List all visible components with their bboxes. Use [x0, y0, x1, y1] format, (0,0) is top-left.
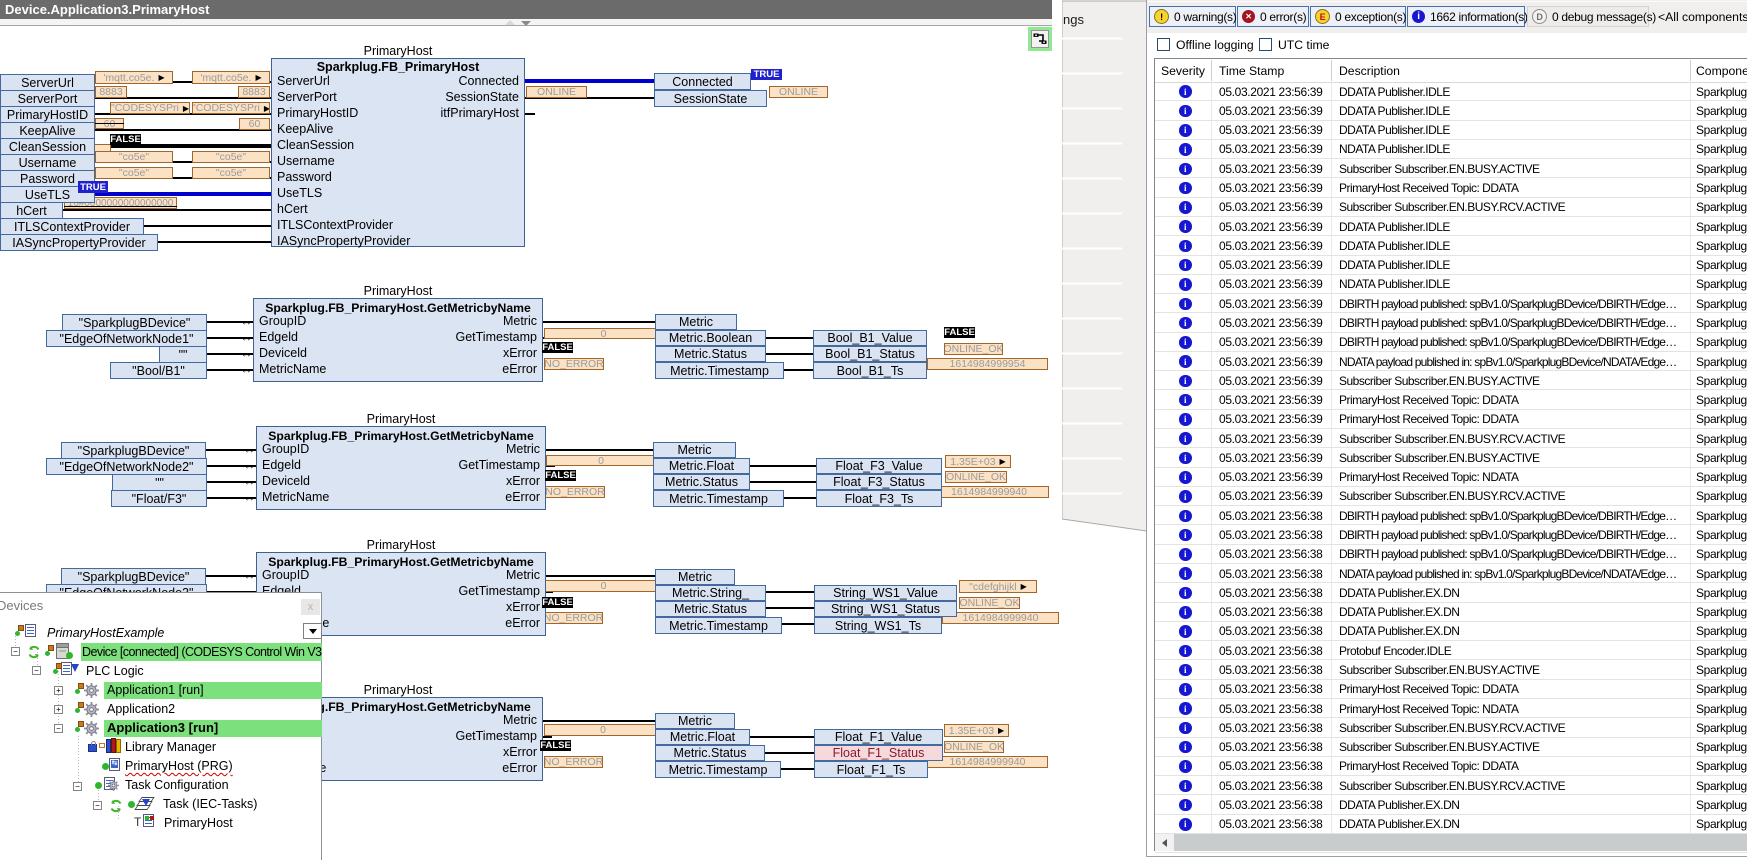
svg-text:ngs: ngs [1063, 12, 1084, 27]
